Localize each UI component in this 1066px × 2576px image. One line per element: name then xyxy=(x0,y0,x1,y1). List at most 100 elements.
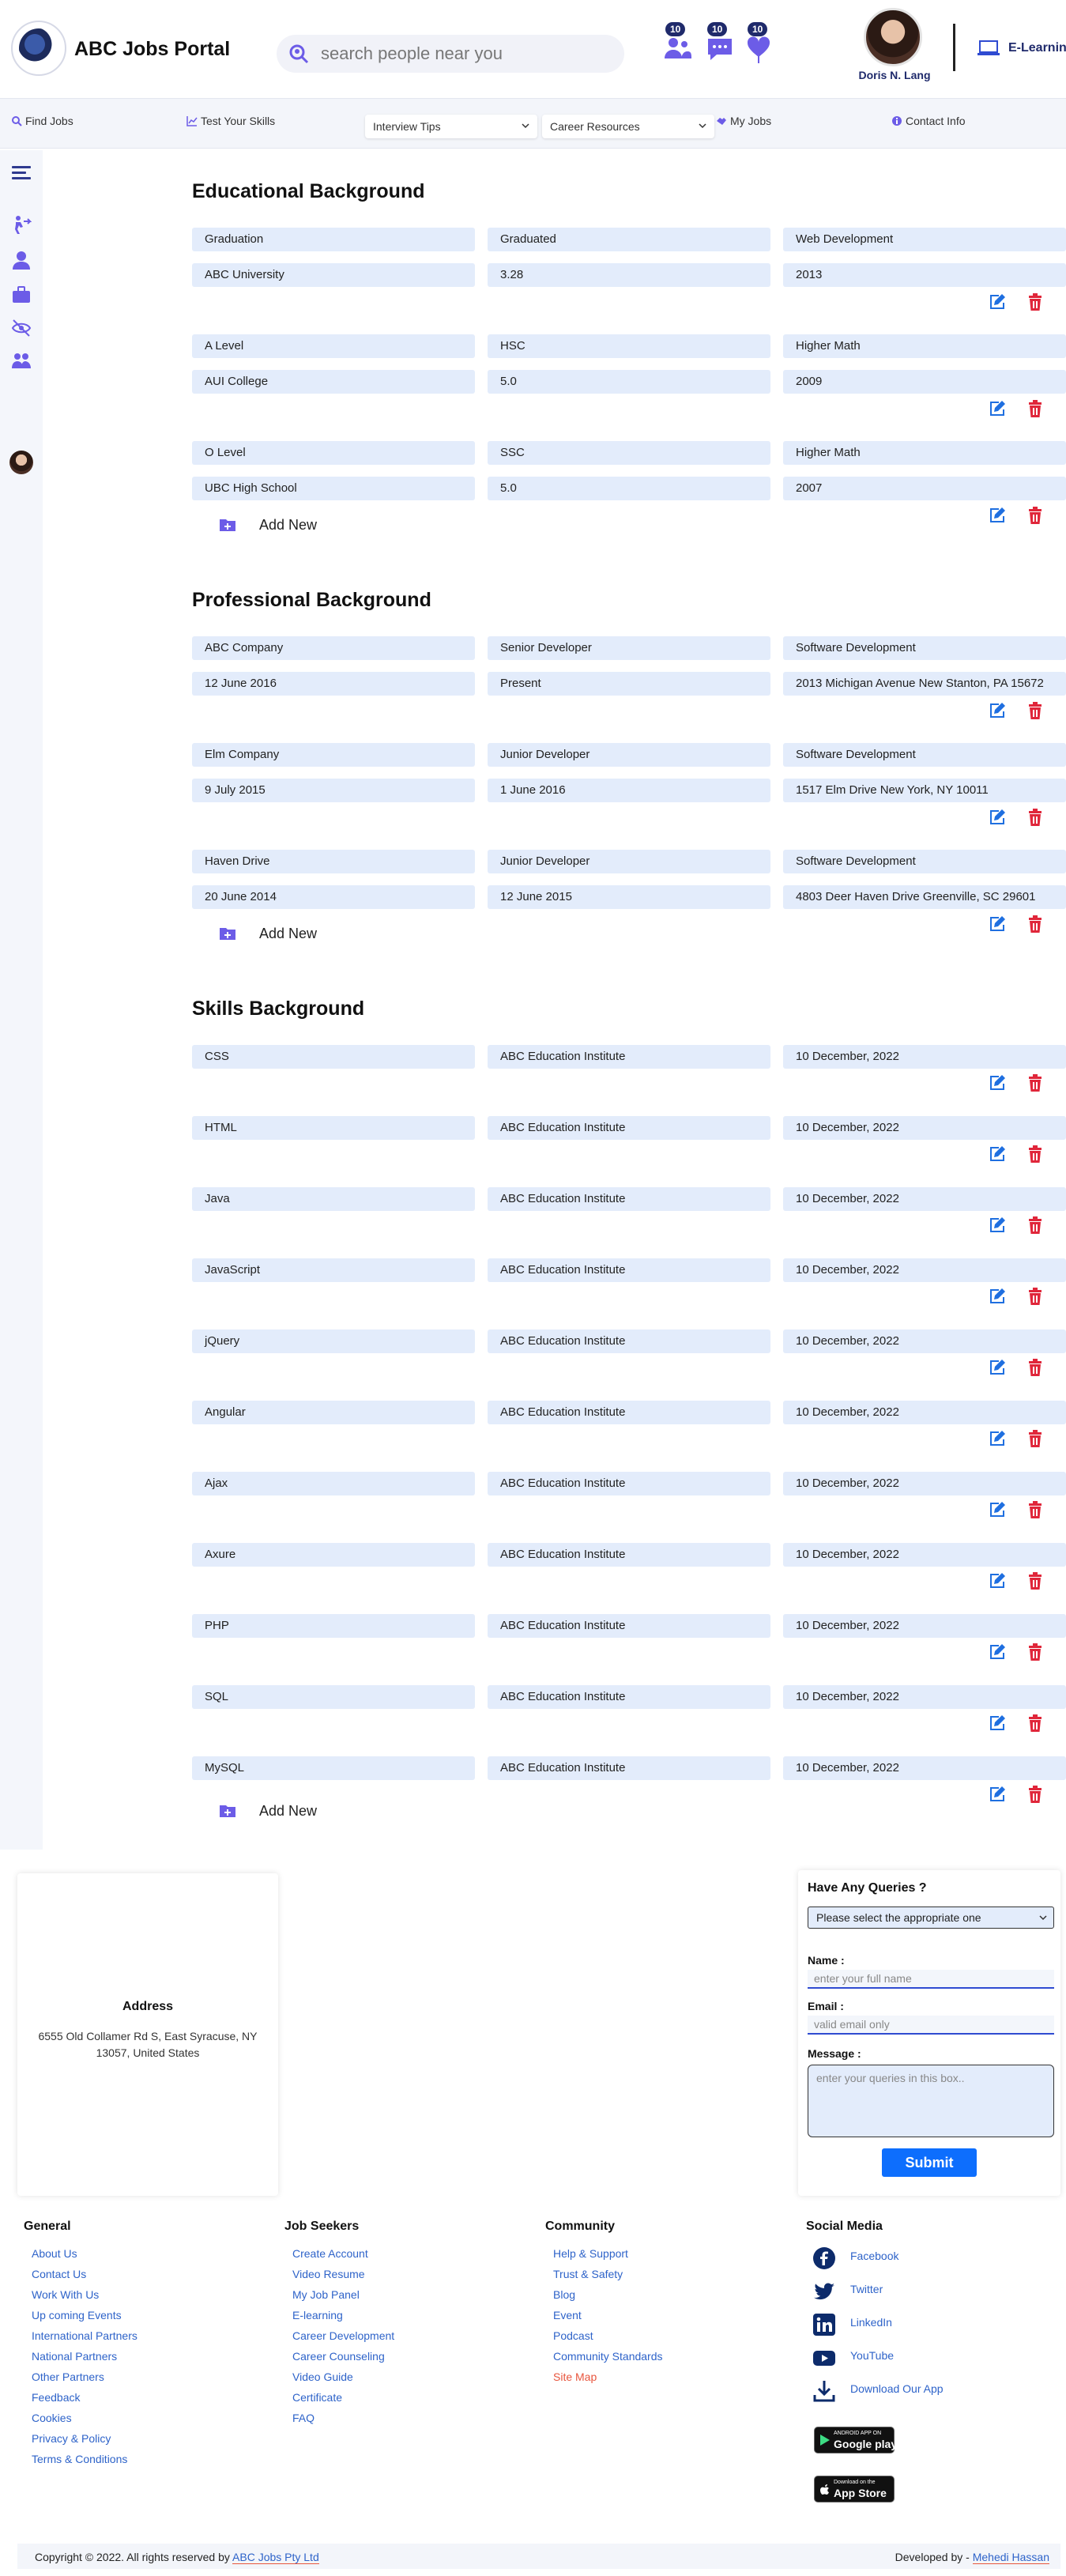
search-input[interactable] xyxy=(321,35,613,73)
footer-link-job-seekers[interactable]: Career Development xyxy=(292,2329,394,2342)
skill-edit-icon[interactable] xyxy=(988,1358,1007,1377)
skill-edit-icon[interactable] xyxy=(988,1571,1007,1590)
people-notification-button[interactable]: 10 xyxy=(661,22,695,66)
footer-community-title: Community xyxy=(545,2220,615,2233)
footer-link-general[interactable]: National Partners xyxy=(32,2350,117,2363)
skill-delete-icon[interactable] xyxy=(1026,1714,1045,1733)
footer-link-community[interactable]: Event xyxy=(553,2309,582,2321)
nav-my-jobs[interactable]: My Jobs xyxy=(716,115,771,127)
footer-link-job-seekers[interactable]: Certificate xyxy=(292,2391,342,2404)
education-delete-icon[interactable] xyxy=(1026,292,1045,311)
developer-link[interactable]: Mehedi Hassan xyxy=(972,2551,1049,2564)
footer-link-general[interactable]: Up coming Events xyxy=(32,2309,122,2321)
footer-link-general[interactable]: Privacy & Policy xyxy=(32,2432,111,2445)
nav-find-jobs[interactable]: Find Jobs xyxy=(11,115,73,127)
sidebar-avatar[interactable] xyxy=(9,451,33,474)
nav-contact-info[interactable]: Contact Info xyxy=(891,115,966,127)
submit-button[interactable]: Submit xyxy=(882,2148,977,2177)
skill-edit-icon[interactable] xyxy=(988,1145,1007,1164)
professional-delete-icon[interactable] xyxy=(1026,915,1045,933)
profile-icon[interactable] xyxy=(11,250,32,270)
skill-delete-icon[interactable] xyxy=(1026,1287,1045,1306)
education-edit-icon[interactable] xyxy=(988,399,1007,418)
messages-notification-button[interactable]: 10 xyxy=(703,22,737,66)
google-play-big: Google play xyxy=(834,2438,898,2450)
footer-link-job-seekers[interactable]: Career Counseling xyxy=(292,2350,385,2363)
footer-link-job-seekers[interactable]: Create Account xyxy=(292,2247,368,2260)
footer-link-job-seekers[interactable]: My Job Panel xyxy=(292,2288,360,2301)
footer-link-general[interactable]: Cookies xyxy=(32,2412,72,2424)
nav-test-skills[interactable]: Test Your Skills xyxy=(186,115,275,127)
skill-edit-icon[interactable] xyxy=(988,1216,1007,1235)
skill-delete-icon[interactable] xyxy=(1026,1216,1045,1235)
briefcase-icon[interactable] xyxy=(11,285,32,305)
skill-edit-icon[interactable] xyxy=(988,1429,1007,1448)
message-field[interactable] xyxy=(808,2065,1054,2137)
chart-icon xyxy=(186,116,198,126)
site-logo[interactable] xyxy=(11,21,66,76)
skill-delete-icon[interactable] xyxy=(1026,1785,1045,1804)
footer-link-community[interactable]: Community Standards xyxy=(553,2350,663,2363)
footer-link-general[interactable]: International Partners xyxy=(32,2329,137,2342)
email-field[interactable] xyxy=(808,2016,1054,2035)
skill-delete-icon[interactable] xyxy=(1026,1358,1045,1377)
footer-link-general[interactable]: Work With Us xyxy=(32,2288,99,2301)
name-field[interactable] xyxy=(808,1970,1054,1989)
skill-delete-icon[interactable] xyxy=(1026,1643,1045,1661)
copyright-text: Copyright © 2022. All rights reserved by… xyxy=(35,2551,319,2564)
footer-link-job-seekers[interactable]: FAQ xyxy=(292,2412,315,2424)
education-field: SSC xyxy=(488,441,770,465)
query-topic-select[interactable]: Please select the appropriate one xyxy=(808,1907,1054,1929)
people-icon xyxy=(665,38,691,58)
education-delete-icon[interactable] xyxy=(1026,506,1045,525)
skill-delete-icon[interactable] xyxy=(1026,1571,1045,1590)
skill-date-field: 10 December, 2022 xyxy=(783,1472,1066,1495)
footer-link-community[interactable]: Blog xyxy=(553,2288,575,2301)
team-icon[interactable] xyxy=(11,351,32,372)
professional-delete-icon[interactable] xyxy=(1026,701,1045,720)
user-avatar[interactable] xyxy=(864,8,922,66)
skill-edit-icon[interactable] xyxy=(988,1287,1007,1306)
footer-link-general[interactable]: Feedback xyxy=(32,2391,80,2404)
skill-edit-icon[interactable] xyxy=(988,1073,1007,1092)
nav-interview-tips-select[interactable]: Interview Tips xyxy=(365,115,537,138)
footer-link-job-seekers[interactable]: E-learning xyxy=(292,2309,343,2321)
skill-delete-icon[interactable] xyxy=(1026,1500,1045,1519)
likes-notification-button[interactable]: 10 xyxy=(743,22,778,66)
career-path-icon[interactable] xyxy=(11,215,32,236)
nav-career-resources-select[interactable]: Career Resources xyxy=(542,115,714,138)
footer-link-job-seekers[interactable]: Video Resume xyxy=(292,2268,365,2280)
app-store-badge[interactable]: Download on the App Store xyxy=(814,2476,895,2502)
education-edit-icon[interactable] xyxy=(988,292,1007,311)
skill-edit-icon[interactable] xyxy=(988,1785,1007,1804)
search-icon[interactable] xyxy=(288,43,310,65)
footer-link-community[interactable]: Site Map xyxy=(553,2370,597,2383)
skill-edit-icon[interactable] xyxy=(988,1500,1007,1519)
footer-link-general[interactable]: Contact Us xyxy=(32,2268,86,2280)
professional-edit-icon[interactable] xyxy=(988,808,1007,827)
search-bar[interactable] xyxy=(277,35,624,73)
footer-link-community[interactable]: Podcast xyxy=(553,2329,593,2342)
hidden-eye-icon[interactable] xyxy=(11,318,32,338)
footer-link-community[interactable]: Help & Support xyxy=(553,2247,628,2260)
company-link[interactable]: ABC Jobs Pty Ltd xyxy=(232,2551,319,2564)
education-edit-icon[interactable] xyxy=(988,506,1007,525)
footer-social-title: Social Media xyxy=(806,2220,883,2233)
chat-icon xyxy=(708,39,732,60)
footer-link-general[interactable]: About Us xyxy=(32,2247,77,2260)
footer-link-job-seekers[interactable]: Video Guide xyxy=(292,2370,353,2383)
footer-link-general[interactable]: Terms & Conditions xyxy=(32,2453,127,2465)
skill-edit-icon[interactable] xyxy=(988,1643,1007,1661)
professional-edit-icon[interactable] xyxy=(988,701,1007,720)
google-play-badge[interactable]: ANDROID APP ON Google play xyxy=(814,2427,898,2453)
footer-link-community[interactable]: Trust & Safety xyxy=(553,2268,623,2280)
skill-delete-icon[interactable] xyxy=(1026,1145,1045,1164)
skill-delete-icon[interactable] xyxy=(1026,1429,1045,1448)
skill-delete-icon[interactable] xyxy=(1026,1073,1045,1092)
education-delete-icon[interactable] xyxy=(1026,399,1045,418)
footer-link-general[interactable]: Other Partners xyxy=(32,2370,104,2383)
professional-delete-icon[interactable] xyxy=(1026,808,1045,827)
professional-edit-icon[interactable] xyxy=(988,915,1007,933)
menu-icon[interactable] xyxy=(11,163,32,183)
skill-edit-icon[interactable] xyxy=(988,1714,1007,1733)
